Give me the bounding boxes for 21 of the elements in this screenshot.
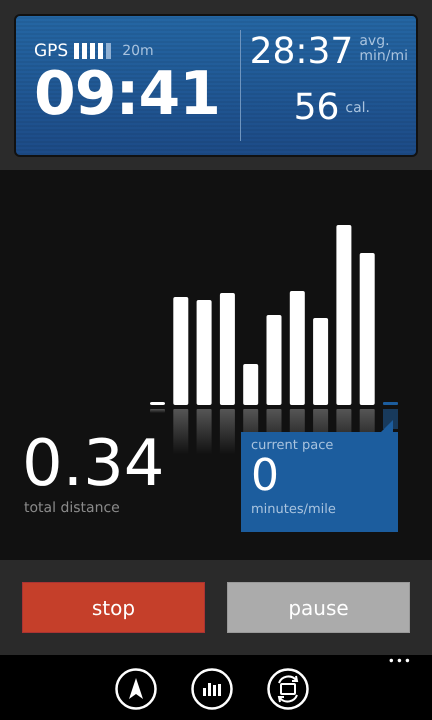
average-pace: 28:37 (250, 34, 354, 70)
bar-chart-icon[interactable] (191, 668, 233, 710)
elapsed-time: 09:41 (34, 64, 221, 124)
pace-value: 0 (251, 454, 280, 498)
more-menu[interactable]: ••• (388, 655, 412, 667)
gps-signal-icon (74, 43, 112, 59)
stop-button[interactable]: stop (22, 582, 205, 633)
gps-accuracy: 20m (122, 43, 154, 59)
pace-unit: avg. min/mi (359, 34, 408, 64)
chart-bar (150, 402, 165, 405)
bar-reflection (150, 409, 165, 413)
pace-unit: minutes/mile (251, 502, 337, 517)
rotate-icon[interactable] (267, 668, 309, 710)
distance-value: 0.34 (22, 432, 164, 496)
calories-unit: cal. (345, 100, 370, 116)
pace-label: current pace (251, 438, 334, 453)
chart-bar (243, 364, 258, 405)
distance-label: total distance (24, 500, 121, 516)
calories: 56 (294, 90, 340, 126)
chart-bar (383, 402, 398, 405)
gps-label: GPS (34, 41, 68, 61)
